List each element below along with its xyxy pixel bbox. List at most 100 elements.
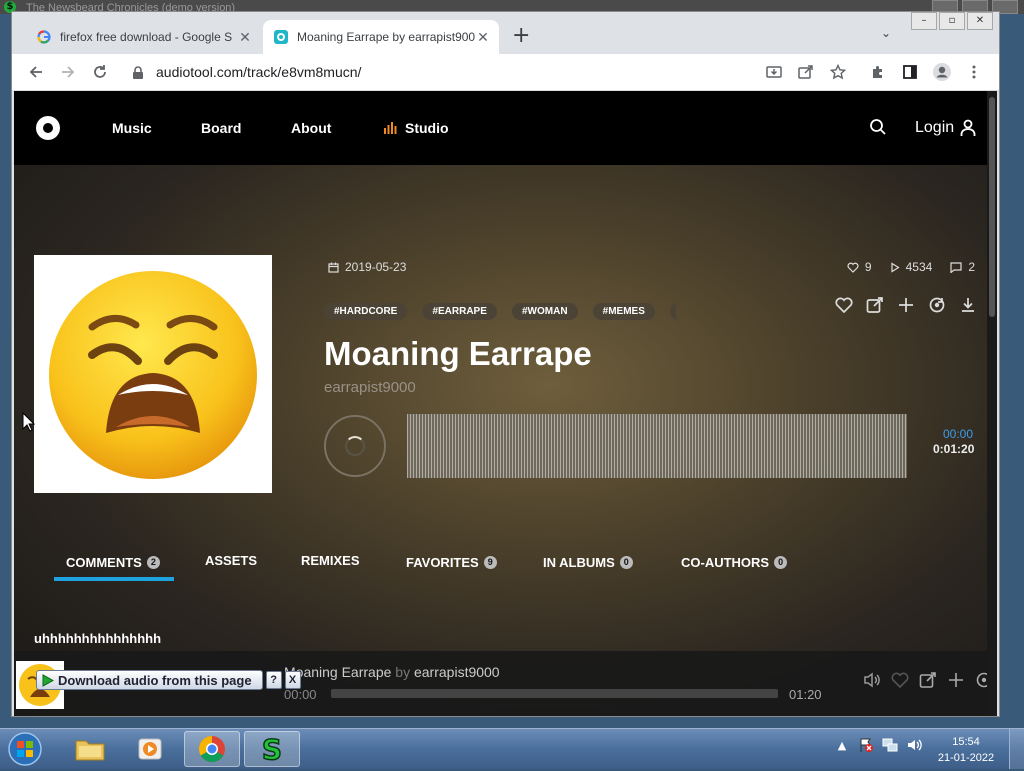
share-icon[interactable]: [865, 295, 884, 314]
tag-chip[interactable]: #HARDCORE: [324, 303, 408, 320]
mini-player-title: Moaning Earrape by earrapist9000: [284, 664, 500, 680]
volume-icon[interactable]: [863, 671, 881, 689]
audiotool-icon: [273, 29, 289, 45]
close-icon[interactable]: ✕: [475, 29, 491, 45]
tab-google[interactable]: firefox free download - Google S ✕: [26, 20, 261, 54]
scrollbar-thumb[interactable]: [989, 97, 995, 317]
close-overlay-button[interactable]: X: [284, 671, 301, 689]
tag-chip[interactable]: #: [669, 303, 676, 320]
mini-track-author[interactable]: earrapist9000: [414, 664, 500, 680]
comment-body: uhhhhhhhhhhhhhhh: [34, 631, 162, 646]
mini-by-label: by: [395, 664, 411, 680]
release-date: 2019-05-23: [328, 260, 406, 274]
tab-title: Moaning Earrape by earrapist900: [297, 30, 475, 44]
tag-chip[interactable]: #WOMAN: [512, 303, 578, 320]
help-button[interactable]: ?: [265, 671, 282, 689]
show-hidden-icons-icon[interactable]: ▲: [834, 737, 850, 753]
site-header: Music Board About Studio Login: [14, 91, 997, 165]
forward-button[interactable]: [56, 60, 80, 84]
mini-progress-bar[interactable]: [331, 689, 778, 698]
clock-date: 21-01-2022: [937, 752, 995, 764]
tab-comments[interactable]: COMMENTS 2: [66, 555, 160, 570]
plays-count: 4534: [905, 260, 933, 274]
nav-studio[interactable]: Studio: [384, 120, 449, 136]
download-audio-button[interactable]: Download audio from this page: [36, 670, 263, 690]
taskbar-clock[interactable]: 15:54 21-01-2022: [936, 734, 996, 766]
nav-board[interactable]: Board: [201, 120, 241, 136]
close-button[interactable]: ✕: [967, 12, 993, 30]
extensions-puzzle-icon[interactable]: [866, 60, 890, 84]
track-title: Moaning Earrape: [324, 335, 592, 372]
track-cover-image[interactable]: [34, 255, 272, 493]
tab-assets[interactable]: ASSETS: [205, 553, 257, 568]
tab-remixes[interactable]: REMIXES: [301, 553, 360, 568]
lock-icon[interactable]: [132, 65, 144, 84]
browser-toolbar: audiotool.com/track/e8vm8mucn/: [12, 54, 999, 91]
tab-audiotool[interactable]: Moaning Earrape by earrapist900 ✕: [263, 20, 499, 54]
nav-music[interactable]: Music: [112, 120, 152, 136]
download-audio-label: Download audio from this page: [58, 672, 252, 688]
network-icon[interactable]: [882, 737, 898, 753]
start-button[interactable]: [6, 731, 44, 767]
reload-button[interactable]: [88, 60, 112, 84]
add-icon[interactable]: [896, 295, 915, 314]
download-icon[interactable]: [958, 295, 977, 314]
install-icon[interactable]: [762, 60, 786, 84]
plays-stat: 4534: [890, 260, 933, 274]
web-page: Music Board About Studio Login 2019-05-2…: [14, 91, 997, 716]
user-icon[interactable]: [960, 119, 976, 141]
tag-chip[interactable]: #EARRAPE: [422, 303, 497, 320]
maximize-button[interactable]: ▫: [939, 12, 965, 30]
chevron-down-icon[interactable]: ⌄: [881, 26, 891, 40]
tab-count-badge: 0: [774, 556, 788, 569]
add-icon[interactable]: [947, 671, 965, 689]
tag-chip[interactable]: #MEMES: [592, 303, 655, 320]
audiotool-logo-icon[interactable]: [36, 116, 60, 140]
file-explorer-icon[interactable]: [62, 731, 118, 767]
back-button[interactable]: [24, 60, 48, 84]
share-icon[interactable]: [919, 671, 937, 689]
like-heart-icon[interactable]: [834, 295, 853, 314]
page-scrollbar[interactable]: [987, 91, 997, 716]
like-heart-icon[interactable]: [891, 671, 909, 689]
new-tab-button[interactable]: +: [512, 24, 530, 48]
share-icon[interactable]: [794, 60, 818, 84]
close-icon[interactable]: ✕: [237, 29, 253, 45]
clock-time: 15:54: [952, 736, 980, 748]
minimize-button[interactable]: –: [911, 12, 937, 30]
search-icon[interactable]: [869, 118, 887, 140]
media-player-icon[interactable]: [122, 731, 178, 767]
mouse-cursor-icon: [22, 411, 36, 436]
game-app-icon[interactable]: S: [244, 731, 300, 767]
mini-end-time: 01:20: [789, 687, 822, 702]
window-controls: – ▫ ✕: [911, 12, 993, 30]
waveform-seekbar[interactable]: [407, 414, 907, 478]
chrome-icon[interactable]: [184, 731, 240, 767]
volume-icon[interactable]: [906, 737, 922, 753]
remix-icon[interactable]: [927, 295, 946, 314]
play-button[interactable]: [324, 415, 386, 477]
track-author[interactable]: earrapist9000: [324, 379, 416, 396]
show-desktop-button[interactable]: [1009, 729, 1024, 769]
play-icon: [891, 261, 900, 273]
tab-in-albums[interactable]: IN ALBUMS 0: [543, 555, 633, 570]
nav-about[interactable]: About: [291, 120, 331, 136]
profile-avatar-icon[interactable]: [930, 60, 954, 84]
tab-co-authors[interactable]: CO-AUTHORS 0: [681, 555, 788, 570]
side-panel-icon[interactable]: [898, 60, 922, 84]
tab-label: ASSETS: [205, 553, 258, 568]
heart-icon: [847, 262, 859, 273]
studio-bars-icon: [384, 122, 397, 134]
address-bar[interactable]: audiotool.com/track/e8vm8mucn/: [124, 58, 780, 86]
menu-dots-icon[interactable]: [962, 60, 986, 84]
tab-favorites[interactable]: FAVORITES 9: [406, 555, 497, 570]
login-link[interactable]: Login: [915, 119, 954, 137]
tab-count-badge: 0: [619, 556, 633, 569]
tab-strip: firefox free download - Google S ✕ Moani…: [12, 12, 999, 54]
total-time: 0:01:20: [933, 442, 975, 456]
calendar-icon: [328, 262, 339, 273]
tab-label: IN ALBUMS: [543, 555, 615, 570]
green-play-icon: [42, 673, 54, 687]
action-center-icon[interactable]: [858, 737, 874, 753]
bookmark-star-icon[interactable]: [826, 60, 850, 84]
